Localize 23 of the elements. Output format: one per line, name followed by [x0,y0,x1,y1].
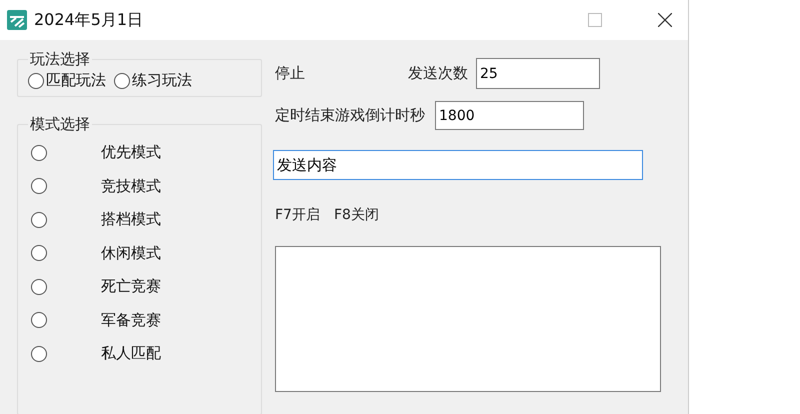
input-field[interactable]: 1800 [435,101,584,130]
hotkey-hint: F7开启 F8关闭 [275,206,380,224]
radio-button[interactable]: 优先模式 [28,136,245,170]
field-label: 发送次数 [408,64,468,83]
close-icon[interactable] [658,13,672,27]
input-field[interactable]: 发送内容 [273,150,643,180]
radio-button[interactable]: 私人匹配 [28,337,245,370]
radio-button[interactable]: 竞技模式 [28,170,245,203]
radio-button[interactable]: 练习玩法 [114,71,192,90]
radio-button[interactable]: 休闲模式 [28,236,245,270]
group-title: 模式选择 [29,115,91,134]
radio-button[interactable]: 搭档模式 [28,203,245,236]
radio-button[interactable]: 死亡竞赛 [28,270,245,304]
status-label: 停止 [275,64,306,83]
input-field[interactable]: 25 [476,58,600,89]
text-area[interactable] [275,246,661,392]
window-title: 2024年5月1日 [34,10,144,30]
group-title: 玩法选择 [29,50,91,69]
radio-button[interactable]: 匹配玩法 [28,71,106,90]
radio-button[interactable]: 军备竞赛 [28,304,245,337]
app-icon [6,9,28,31]
maximize-icon[interactable] [588,13,602,27]
field-label: 定时结束游戏倒计时秒 [275,106,425,125]
